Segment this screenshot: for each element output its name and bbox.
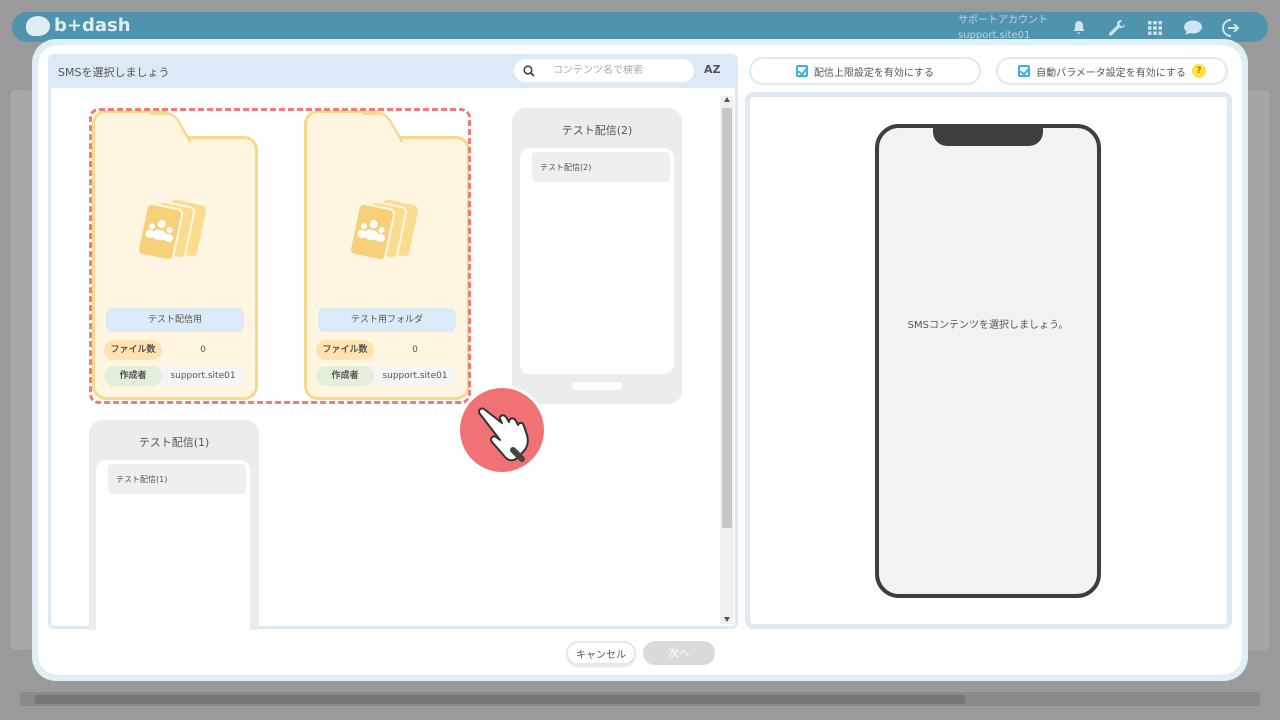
- content-title: テスト配信(1): [138, 436, 210, 449]
- background-panel-left: [10, 90, 34, 650]
- help-icon[interactable]: ?: [1191, 64, 1206, 78]
- cancel-button[interactable]: キャンセル: [566, 641, 636, 665]
- preview-message: SMSコンテンツを選択しましょう。: [907, 320, 1069, 331]
- chat-icon[interactable]: [1180, 16, 1206, 40]
- pointer-hand-icon: [457, 385, 547, 475]
- dialog-title: SMSを選択しましょう: [58, 66, 170, 79]
- content-message: テスト配信(2): [532, 152, 670, 182]
- content-list-header: SMSを選択しましょう AZ: [48, 54, 738, 88]
- sms-content-card[interactable]: テスト配信(2) テスト配信(2): [512, 108, 682, 404]
- search-box[interactable]: [514, 59, 694, 82]
- logo: b+dash: [26, 15, 131, 36]
- bell-icon[interactable]: [1066, 16, 1092, 40]
- phone-notch: [933, 126, 1043, 146]
- selection-highlight: [89, 108, 471, 404]
- horizontal-scrollbar-thumb[interactable]: [34, 695, 966, 704]
- scroll-down-icon[interactable]: [724, 617, 730, 622]
- auto-parameter-label: 自動パラメータ設定を有効にする: [1036, 67, 1186, 79]
- content-title: テスト配信(2): [561, 124, 633, 137]
- next-button[interactable]: 次へ: [643, 641, 715, 665]
- wrench-icon[interactable]: [1104, 16, 1130, 40]
- limit-setting-checkbox[interactable]: [795, 65, 808, 77]
- grid-icon[interactable]: [1142, 16, 1168, 40]
- top-icons: [1066, 16, 1244, 40]
- content-message: テスト配信(1): [108, 464, 246, 494]
- search-input[interactable]: [553, 65, 683, 76]
- content-preview-screen: テスト配信(1): [96, 460, 250, 630]
- auto-parameter-checkbox[interactable]: [1018, 65, 1031, 77]
- logout-icon[interactable]: [1218, 16, 1244, 40]
- home-button-icon: [572, 382, 622, 390]
- phone-preview: [875, 124, 1101, 598]
- logo-bubble-icon: [26, 15, 50, 36]
- limit-setting-label: 配信上限設定を有効にする: [813, 67, 935, 79]
- auto-parameter-toggle[interactable]: 自動パラメータ設定を有効にする ?: [996, 57, 1228, 85]
- scrollbar-thumb[interactable]: [722, 108, 732, 528]
- sms-content-card[interactable]: テスト配信(1) テスト配信(1): [89, 420, 259, 630]
- limit-setting-toggle[interactable]: 配信上限設定を有効にする: [749, 57, 981, 85]
- scroll-up-icon[interactable]: [724, 97, 730, 102]
- account-label: サポートアカウント: [958, 15, 1048, 26]
- sort-az-button[interactable]: AZ: [704, 63, 721, 76]
- content-preview-screen: テスト配信(2): [520, 148, 674, 374]
- search-icon: [523, 64, 535, 77]
- logo-text: b+dash: [54, 15, 131, 36]
